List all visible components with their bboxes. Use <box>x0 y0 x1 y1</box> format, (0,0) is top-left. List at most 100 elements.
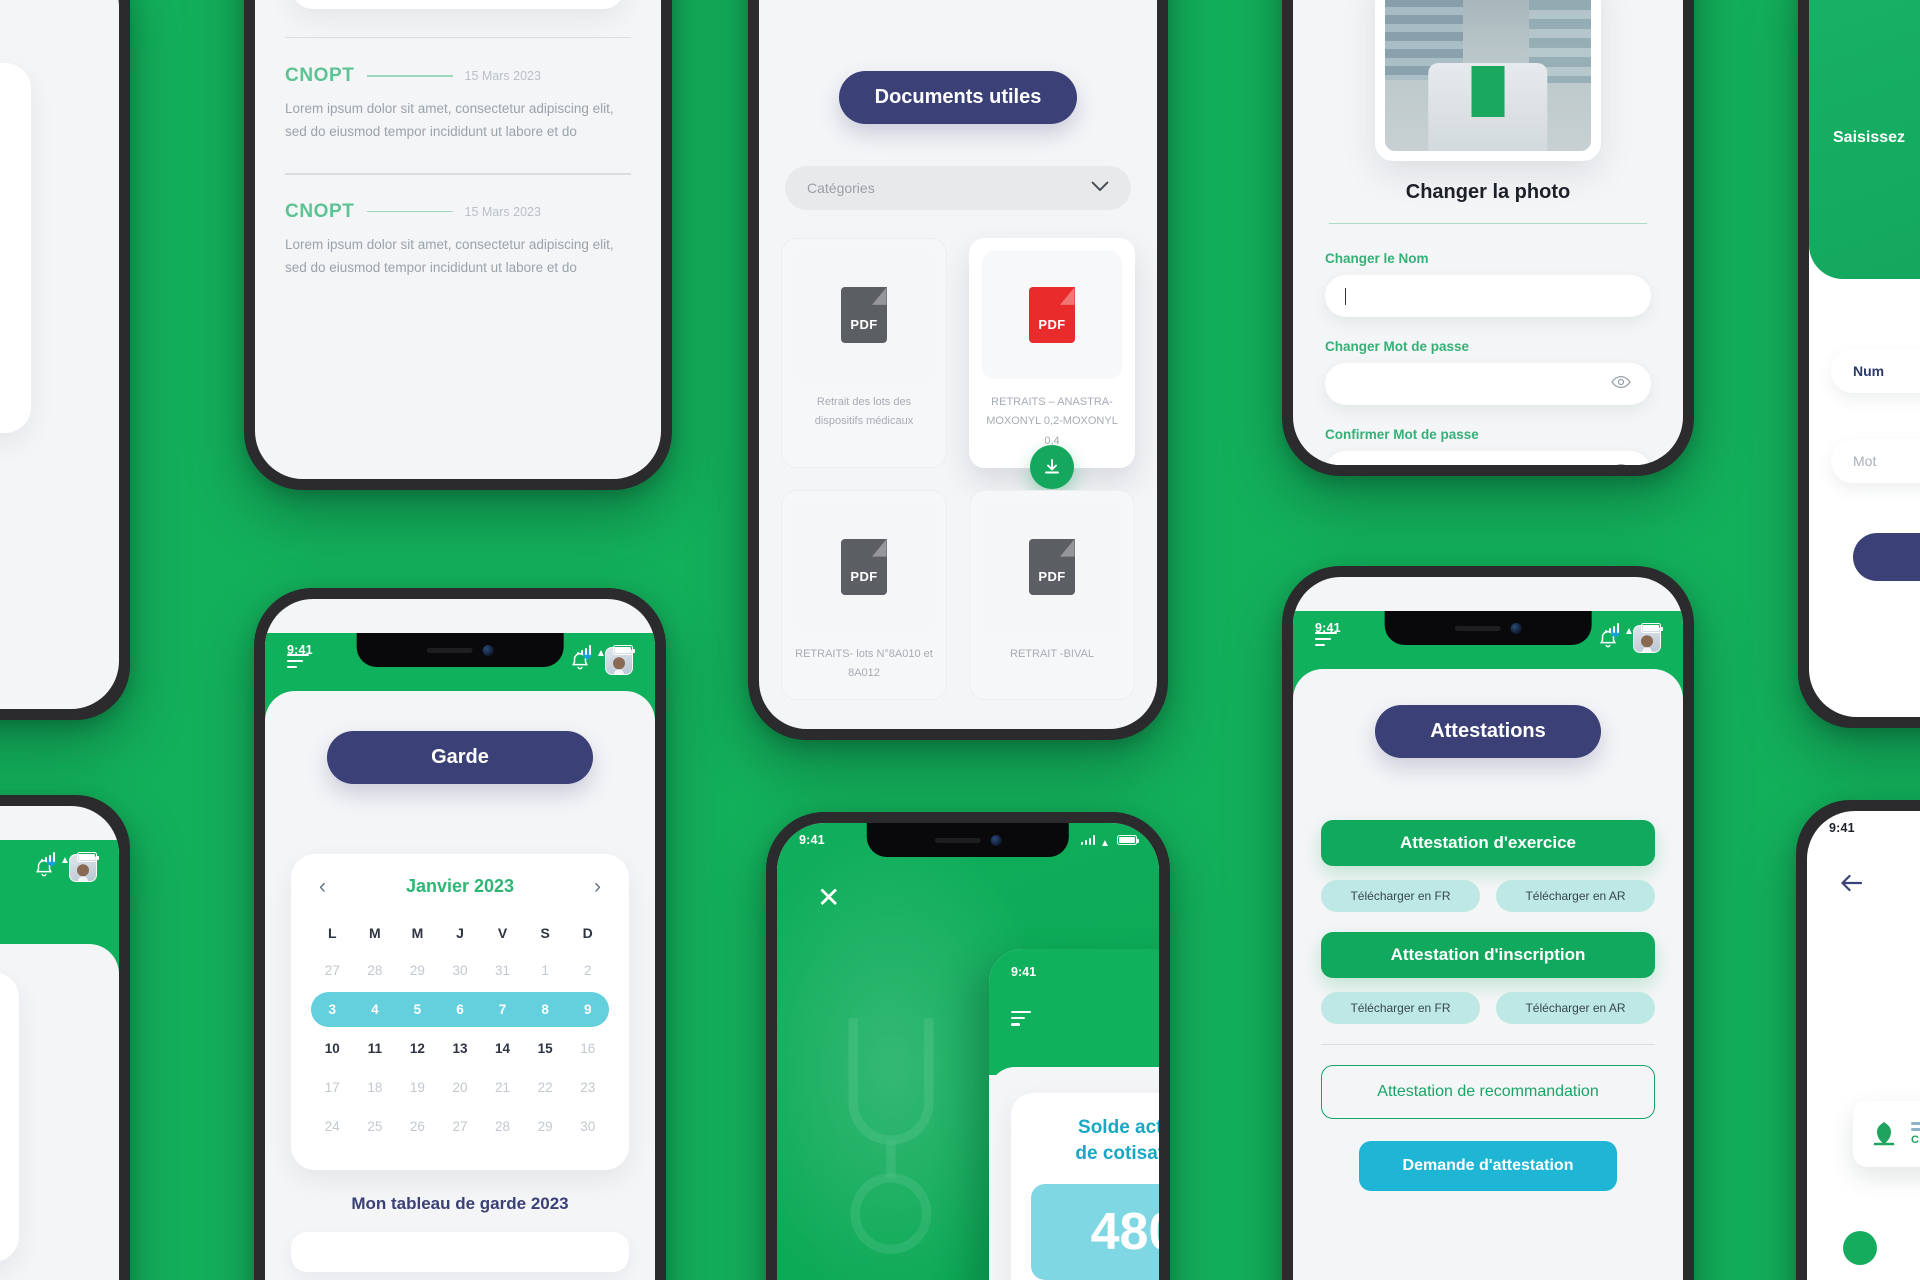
calendar-day[interactable]: 2 <box>566 953 609 988</box>
calendar-day[interactable]: 6 <box>439 992 482 1027</box>
page-title-garde: Garde <box>327 731 593 784</box>
front-camera <box>1510 622 1522 634</box>
document-card[interactable]: PDF RETRAITS – ANASTRA-MOXONYL 0,2-MOXONY… <box>969 238 1135 489</box>
calendar-day[interactable]: 23 <box>566 1070 609 1105</box>
calendar-weekday: J <box>456 925 464 941</box>
calendar-day[interactable]: 13 <box>439 1031 482 1066</box>
calendar-day[interactable]: 30 <box>439 953 482 988</box>
calendar-header: ‹ Janvier 2023 › <box>311 876 609 897</box>
rb-statusbar: 9:41 <box>1807 811 1920 845</box>
calendar-day[interactable]: 14 <box>481 1031 524 1066</box>
eye-icon[interactable] <box>1611 463 1631 465</box>
screen-left-bottom-partial: l is t 50 240.000DT <box>0 806 119 1280</box>
calendar-day[interactable]: 16 <box>566 1031 609 1066</box>
calendar-week-row: 24 25 26 27 28 29 30 <box>311 1109 609 1144</box>
calendar-month-label: Janvier 2023 <box>405 876 515 896</box>
calendar-day[interactable]: 1 <box>524 953 567 988</box>
calendar-day[interactable]: 5 <box>396 992 439 1027</box>
chevron-left-icon[interactable]: ‹ <box>319 876 326 897</box>
login-input-number-label: Num <box>1853 363 1885 379</box>
stethoscope-watermark <box>848 1018 934 1254</box>
calendar-day[interactable]: 9 <box>566 992 609 1027</box>
profile-field-input[interactable] <box>1325 363 1651 405</box>
bullet-dot <box>1843 1231 1877 1265</box>
text-caret <box>1345 287 1347 305</box>
calendar-day[interactable]: 26 <box>396 1109 439 1144</box>
calendar-day[interactable]: 11 <box>354 1031 397 1066</box>
calendar-day[interactable]: 29 <box>524 1109 567 1144</box>
calendar-day[interactable]: 22 <box>524 1070 567 1105</box>
download-ar-button[interactable]: Télécharger en AR <box>1496 880 1655 912</box>
download-ar-button[interactable]: Télécharger en AR <box>1496 992 1655 1024</box>
calendar-day[interactable]: 17 <box>311 1070 354 1105</box>
calendar-day[interactable]: 21 <box>481 1070 524 1105</box>
screen-profile: Changer la photo Changer le Nom Changer M… <box>1293 0 1683 465</box>
close-icon[interactable]: ✕ <box>817 884 843 912</box>
document-name: RETRAITS- lots N°8A010 et 8A012 <box>795 647 933 679</box>
calendar-day[interactable]: 28 <box>481 1109 524 1144</box>
status-time: 9:41 <box>287 643 313 657</box>
login-input-password[interactable]: Mot <box>1831 439 1920 483</box>
profile-field-input[interactable] <box>1325 451 1651 465</box>
calendar-day[interactable]: 7 <box>481 992 524 1027</box>
download-fr-button[interactable]: Télécharger en FR <box>1321 880 1480 912</box>
garde-sheet: Garde ‹ Janvier 2023 › LMMJVSD 27 28 29 30 3… <box>265 691 655 1280</box>
calendar-day[interactable]: 30 <box>566 1109 609 1144</box>
document-card[interactable]: PDF Retrait des lots des dispositifs médi… <box>781 238 947 468</box>
document-card[interactable]: PDF RETRAIT -BIVAL <box>969 489 1135 701</box>
calendar-day[interactable]: 12 <box>396 1031 439 1066</box>
profile-form: Changer le Nom Changer Mot de passe Confir… <box>1325 251 1651 465</box>
earpiece <box>426 647 473 653</box>
calendar-day[interactable]: 8 <box>524 992 567 1027</box>
calendar-day[interactable]: 3 <box>311 992 354 1027</box>
profile-field: Changer Mot de passe <box>1325 339 1651 405</box>
attestation-recommendation-button[interactable]: Attestation de recommandation <box>1321 1065 1655 1120</box>
document-card[interactable]: PDF RETRAITS- lots N°8A010 et 8A012 <box>781 489 947 701</box>
chevron-right-icon[interactable]: › <box>594 876 601 897</box>
calendar-day[interactable]: 31 <box>481 953 524 988</box>
attestation-title-button[interactable]: Attestation d'inscription <box>1321 932 1655 978</box>
login-input-number[interactable]: Num <box>1831 349 1920 393</box>
calendar-day[interactable]: 19 <box>396 1070 439 1105</box>
att-sheet: Attestations Attestation d'exercice Téléc… <box>1293 669 1683 1280</box>
demande-attestation-button[interactable]: Demande d'attestation <box>1359 1141 1617 1192</box>
login-input-password-label: Mot <box>1853 453 1877 469</box>
download-fr-button[interactable]: Télécharger en FR <box>1321 992 1480 1024</box>
calendar-day[interactable]: 20 <box>439 1070 482 1105</box>
pdf-icon-label: PDF <box>850 317 878 332</box>
phone-left-top-partial: ent VISA <box>0 0 130 720</box>
news-item[interactable]: CNOPT 15 Mars 2023 Lorem ipsum dolor sit a… <box>255 39 661 173</box>
calendar-day[interactable]: 15 <box>524 1031 567 1066</box>
calendar-day[interactable]: 24 <box>311 1109 354 1144</box>
profile-divider <box>1329 223 1647 225</box>
news-top-card <box>291 0 625 9</box>
calendar-day[interactable]: 29 <box>396 953 439 988</box>
calendar-day[interactable]: 27 <box>311 953 354 988</box>
calendar-day[interactable]: 28 <box>354 953 397 988</box>
calendar-weekdays: LMMJVSD <box>311 919 609 947</box>
back-arrow-icon[interactable] <box>1839 873 1865 893</box>
calendar-weekday: D <box>582 925 593 941</box>
calendar-day[interactable]: 10 <box>311 1031 354 1066</box>
category-select[interactable]: Catégories <box>785 166 1131 210</box>
login-submit-button[interactable] <box>1853 533 1920 581</box>
earpiece <box>1454 625 1501 631</box>
menu-icon[interactable] <box>1011 1011 1031 1026</box>
wifi-icon <box>1100 835 1112 845</box>
calendar-day[interactable]: 27 <box>439 1109 482 1144</box>
notch <box>866 823 1070 857</box>
calendar-day[interactable]: 18 <box>354 1070 397 1105</box>
screen-news: CNOPT 15 Mars 2023 Lorem ipsum dolor sit a… <box>255 0 661 479</box>
pdf-icon: PDF <box>1029 538 1075 595</box>
profile-photo-frame[interactable] <box>1375 0 1601 161</box>
calendar-day[interactable]: 25 <box>354 1109 397 1144</box>
calendar-day[interactable]: 4 <box>354 992 397 1027</box>
change-photo-title: Changer la photo <box>1405 181 1571 203</box>
news-item[interactable]: CNOPT 15 Mars 2023 Lorem ipsum dolor sit a… <box>255 175 661 309</box>
garde-footer-card <box>291 1232 629 1272</box>
eye-icon[interactable] <box>1611 375 1631 394</box>
attestation-title-button[interactable]: Attestation d'exercice <box>1321 820 1655 866</box>
download-icon[interactable] <box>1030 444 1074 489</box>
notch <box>1384 611 1592 645</box>
profile-field-input[interactable] <box>1325 275 1651 317</box>
